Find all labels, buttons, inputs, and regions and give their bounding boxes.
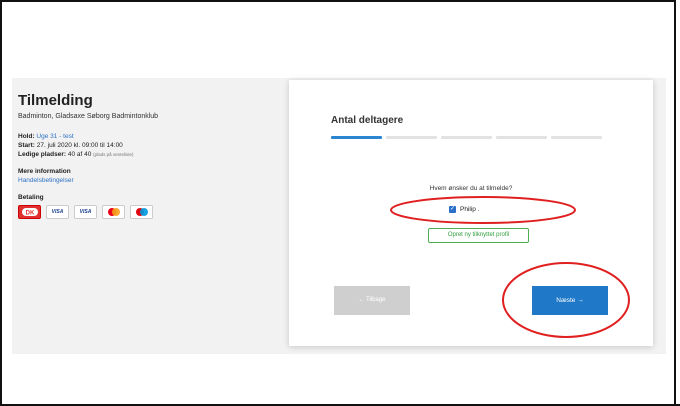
seats-line: Ledige pladser: 40 af 40 (plads på vente… <box>18 150 278 159</box>
mastercard-icon <box>102 205 125 219</box>
more-info-section: Mere information Handelsbetingelser <box>18 167 278 185</box>
participant-question: Hvem ønsker du at tilmelde? <box>429 185 513 192</box>
svg-text:DK: DK <box>25 211 34 217</box>
progress-segment <box>331 136 382 139</box>
step-progress <box>331 136 602 139</box>
maestro-icon <box>130 205 153 219</box>
next-button[interactable]: Næste → <box>532 286 608 315</box>
create-profile-button[interactable]: Opret ny tilknyttet profil <box>428 228 529 243</box>
page-title: Tilmelding <box>18 92 93 109</box>
seats-label: Ledige pladser: <box>18 151 67 158</box>
start-line: Start: 27. juli 2020 kl. 09:00 til 14:00 <box>18 141 278 150</box>
hold-label: Hold: <box>18 133 35 140</box>
more-info-title: Mere information <box>18 168 71 175</box>
event-info-panel: Tilmelding Badminton, Gladsaxe Søborg Ba… <box>18 92 278 219</box>
progress-segment <box>386 136 437 139</box>
hold-line: Hold: Uge 31 - test <box>18 132 278 141</box>
payment-cards: DK VISA VISA <box>18 205 158 219</box>
payment-title: Betaling <box>18 194 44 201</box>
seats-value: 40 af 40 <box>67 151 92 158</box>
start-value: 27. juli 2020 kl. 09:00 til 14:00 <box>36 142 123 149</box>
participant-name: Philip . <box>460 206 480 213</box>
progress-segment <box>496 136 547 139</box>
dankort-icon: DK <box>18 205 41 219</box>
event-subtitle: Badminton, Gladsaxe Søborg Badmintonklub <box>18 113 159 120</box>
visa-icon: VISA <box>46 205 69 219</box>
participant-option[interactable]: ✓ Philip . <box>449 206 480 213</box>
participant-checkbox[interactable]: ✓ <box>449 206 456 213</box>
progress-segment <box>441 136 492 139</box>
visa-label: VISA <box>51 209 64 215</box>
terms-link[interactable]: Handelsbetingelser <box>18 176 278 185</box>
registration-wizard-card: Antal deltagere Hvem ønsker du at tilmel… <box>289 80 653 346</box>
visa-electron-icon: VISA <box>74 205 97 219</box>
progress-segment <box>551 136 602 139</box>
back-button[interactable]: ← Tilbage <box>334 286 410 315</box>
visa-electron-label: VISA <box>79 209 92 215</box>
start-label: Start: <box>18 142 35 149</box>
seats-note: (plads på venteliste) <box>93 152 134 157</box>
payment-section: Betaling DK VISA VISA <box>18 193 278 219</box>
step-title: Antal deltagere <box>331 115 404 126</box>
hold-link[interactable]: Uge 31 - test <box>36 133 73 140</box>
